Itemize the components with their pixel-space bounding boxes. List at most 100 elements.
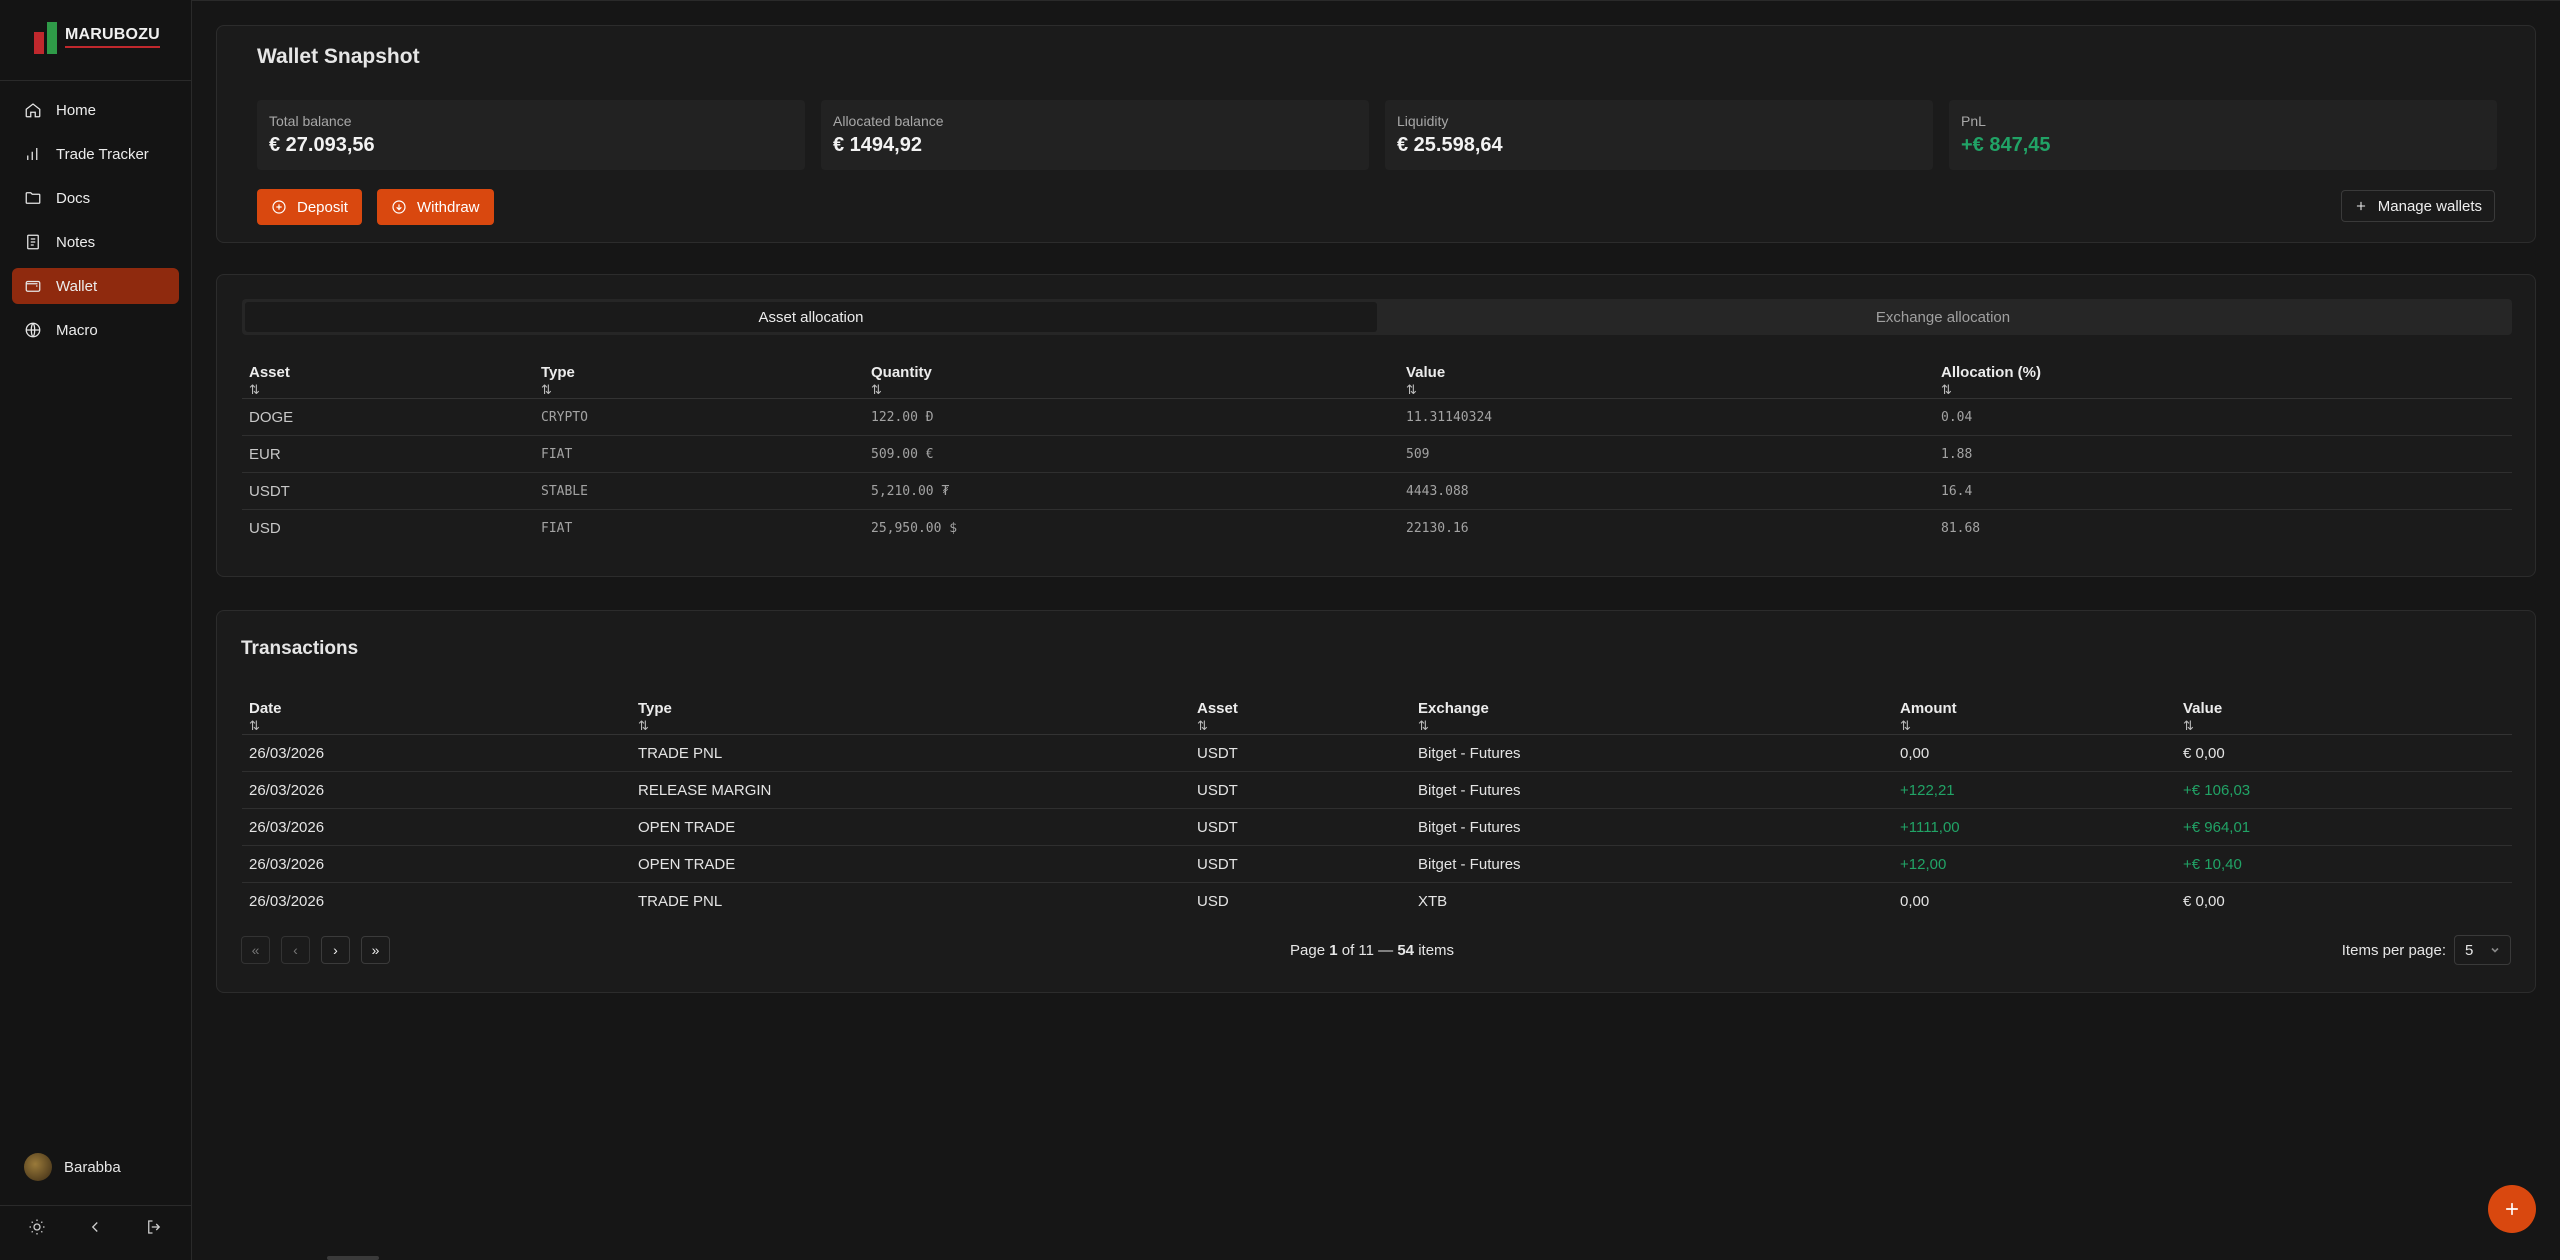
withdraw-label: Withdraw (417, 198, 480, 216)
col-header-exchange[interactable]: Exchange ⇅ (1411, 692, 1893, 735)
sort-icon: ⇅ (1900, 718, 1911, 733)
cell-type: STABLE (534, 472, 864, 510)
theme-toggle-button[interactable] (19, 1215, 55, 1239)
table-row: 26/03/2026 OPEN TRADE USDT Bitget - Futu… (242, 808, 2512, 846)
stat-value: +€ 847,45 (1961, 134, 2051, 156)
prev-page-button[interactable]: ‹ (281, 936, 310, 964)
pagination-controls: « ‹ › » (241, 936, 390, 964)
cell-quantity: 25,950.00 $ (871, 520, 958, 536)
logout-button[interactable] (136, 1215, 172, 1239)
deposit-button[interactable]: Deposit (257, 189, 362, 225)
stat-label: Liquidity (1397, 113, 1449, 129)
scrollbar[interactable] (327, 1256, 379, 1260)
cell-asset: USDT (1190, 771, 1411, 809)
table-row: 26/03/2026 RELEASE MARGIN USDT Bitget - … (242, 771, 2512, 809)
chevron-down-icon (2491, 947, 2499, 953)
header-label: Type (638, 700, 672, 717)
plus-icon (2506, 1203, 2518, 1215)
col-header-value[interactable]: Value ⇅ (1399, 356, 1934, 399)
col-header-asset[interactable]: Asset ⇅ (242, 356, 534, 399)
home-icon (25, 103, 41, 118)
stat-value: € 27.093,56 (269, 134, 375, 156)
bar-chart-icon (27, 148, 38, 160)
col-header-date[interactable]: Date ⇅ (242, 692, 631, 735)
withdraw-button[interactable]: Withdraw (377, 189, 494, 225)
col-header-asset[interactable]: Asset ⇅ (1190, 692, 1411, 735)
add-fab-button[interactable] (2488, 1185, 2536, 1233)
cell-type: FIAT (541, 520, 573, 536)
cell-amount: +1111,00 (1893, 808, 2176, 846)
plus-circle-icon (272, 200, 286, 214)
table-row: DOGE CRYPTO 122.00 Đ 11.31140324 0.04 (242, 398, 2512, 436)
manage-wallets-label: Manage wallets (2377, 197, 2482, 215)
nav-item-trade-tracker[interactable]: Trade Tracker (12, 136, 179, 172)
stat-total-balance: Total balance € 27.093,56 (257, 100, 805, 170)
page-info: Page 1 of 11 — 54 items (1290, 942, 1454, 959)
logout-icon (147, 1220, 160, 1234)
items-per-page-select[interactable]: 5 (2454, 935, 2511, 965)
sidebar: MARUBOZU Home Trade Tracker Docs Notes W… (0, 0, 192, 1260)
table-header-row: Asset ⇅ Type ⇅ Quantity ⇅ Value ⇅ Allocation… (242, 356, 2512, 399)
manage-wallets-button[interactable]: Manage wallets (2340, 190, 2495, 222)
first-page-button[interactable]: « (241, 936, 270, 964)
cell-asset: USD (1197, 892, 1229, 910)
nav-label-macro: Macro (56, 321, 98, 339)
sort-icon: ⇅ (2183, 718, 2194, 733)
stat-liquidity: Liquidity € 25.598,64 (1385, 100, 1933, 170)
page-of-text: of 11 — (1341, 942, 1394, 959)
sun-icon (29, 1219, 45, 1235)
cell-exchange: Bitget - Futures (1411, 808, 1893, 846)
col-header-allocation[interactable]: Allocation (%) ⇅ (1934, 356, 2512, 399)
sidebar-divider (0, 80, 191, 81)
last-page-button[interactable]: » (361, 936, 390, 964)
cell-allocation: 16.4 (1934, 472, 2512, 510)
cell-type: FIAT (534, 435, 864, 473)
item-count: 54 (1397, 942, 1415, 959)
header-label: Asset (1197, 700, 1238, 717)
candlestick-logo-icon (34, 20, 57, 54)
sidebar-footer-actions (0, 1215, 191, 1239)
cell-quantity: 5,210.00 ₮ (864, 472, 1399, 510)
transactions-title: Transactions (241, 638, 359, 659)
header-label: Quantity (871, 364, 932, 381)
table-row: USD FIAT 25,950.00 $ 22130.16 81.68 (242, 510, 2512, 547)
col-header-type[interactable]: Type ⇅ (534, 356, 864, 399)
col-header-amount[interactable]: Amount ⇅ (1893, 692, 2176, 735)
nav-item-wallet[interactable]: Wallet (12, 268, 179, 304)
collapse-sidebar-button[interactable] (77, 1215, 113, 1239)
cell-quantity: 509.00 € (864, 435, 1399, 473)
nav-label-trade-tracker: Trade Tracker (56, 145, 149, 163)
col-header-quantity[interactable]: Quantity ⇅ (864, 356, 1399, 399)
main-nav: Home Trade Tracker Docs Notes Wallet Mac… (12, 92, 179, 356)
nav-item-notes[interactable]: Notes (12, 224, 179, 260)
nav-item-macro[interactable]: Macro (12, 312, 179, 348)
cell-value: € 0,00 (2183, 892, 2225, 910)
sort-icon: ⇅ (249, 718, 260, 733)
avatar (24, 1153, 52, 1181)
sort-icon: ⇅ (1197, 718, 1208, 733)
stat-label: Total balance (269, 113, 352, 129)
cell-asset: EUR (242, 435, 534, 473)
cell-type: OPEN TRADE (631, 808, 1190, 846)
nav-item-home[interactable]: Home (12, 92, 179, 128)
user-profile[interactable]: Barabba (24, 1153, 121, 1181)
header-label: Allocation (%) (1941, 364, 2041, 381)
table-row: 26/03/2026 TRADE PNL USDT Bitget - Futur… (242, 734, 2512, 772)
logo[interactable]: MARUBOZU (34, 20, 160, 54)
nav-label-home: Home (56, 101, 97, 119)
col-header-type[interactable]: Type ⇅ (631, 692, 1190, 735)
sort-icon: ⇅ (638, 718, 649, 733)
cell-asset: USD (249, 519, 281, 537)
nav-item-docs[interactable]: Docs (12, 180, 179, 216)
col-header-value[interactable]: Value ⇅ (2176, 692, 2512, 735)
items-per-page-value: 5 (2465, 941, 2474, 959)
sort-icon: ⇅ (1418, 718, 1429, 733)
cell-value: +€ 964,01 (2176, 808, 2512, 846)
cell-value: 22130.16 (1406, 520, 1469, 536)
tab-exchange-allocation[interactable]: Exchange allocation (1377, 302, 2509, 332)
page-prefix: Page (1290, 942, 1326, 959)
tab-asset-allocation[interactable]: Asset allocation (245, 302, 1377, 332)
cell-asset: USDT (1190, 845, 1411, 883)
sort-icon: ⇅ (541, 382, 552, 397)
next-page-button[interactable]: › (321, 936, 350, 964)
